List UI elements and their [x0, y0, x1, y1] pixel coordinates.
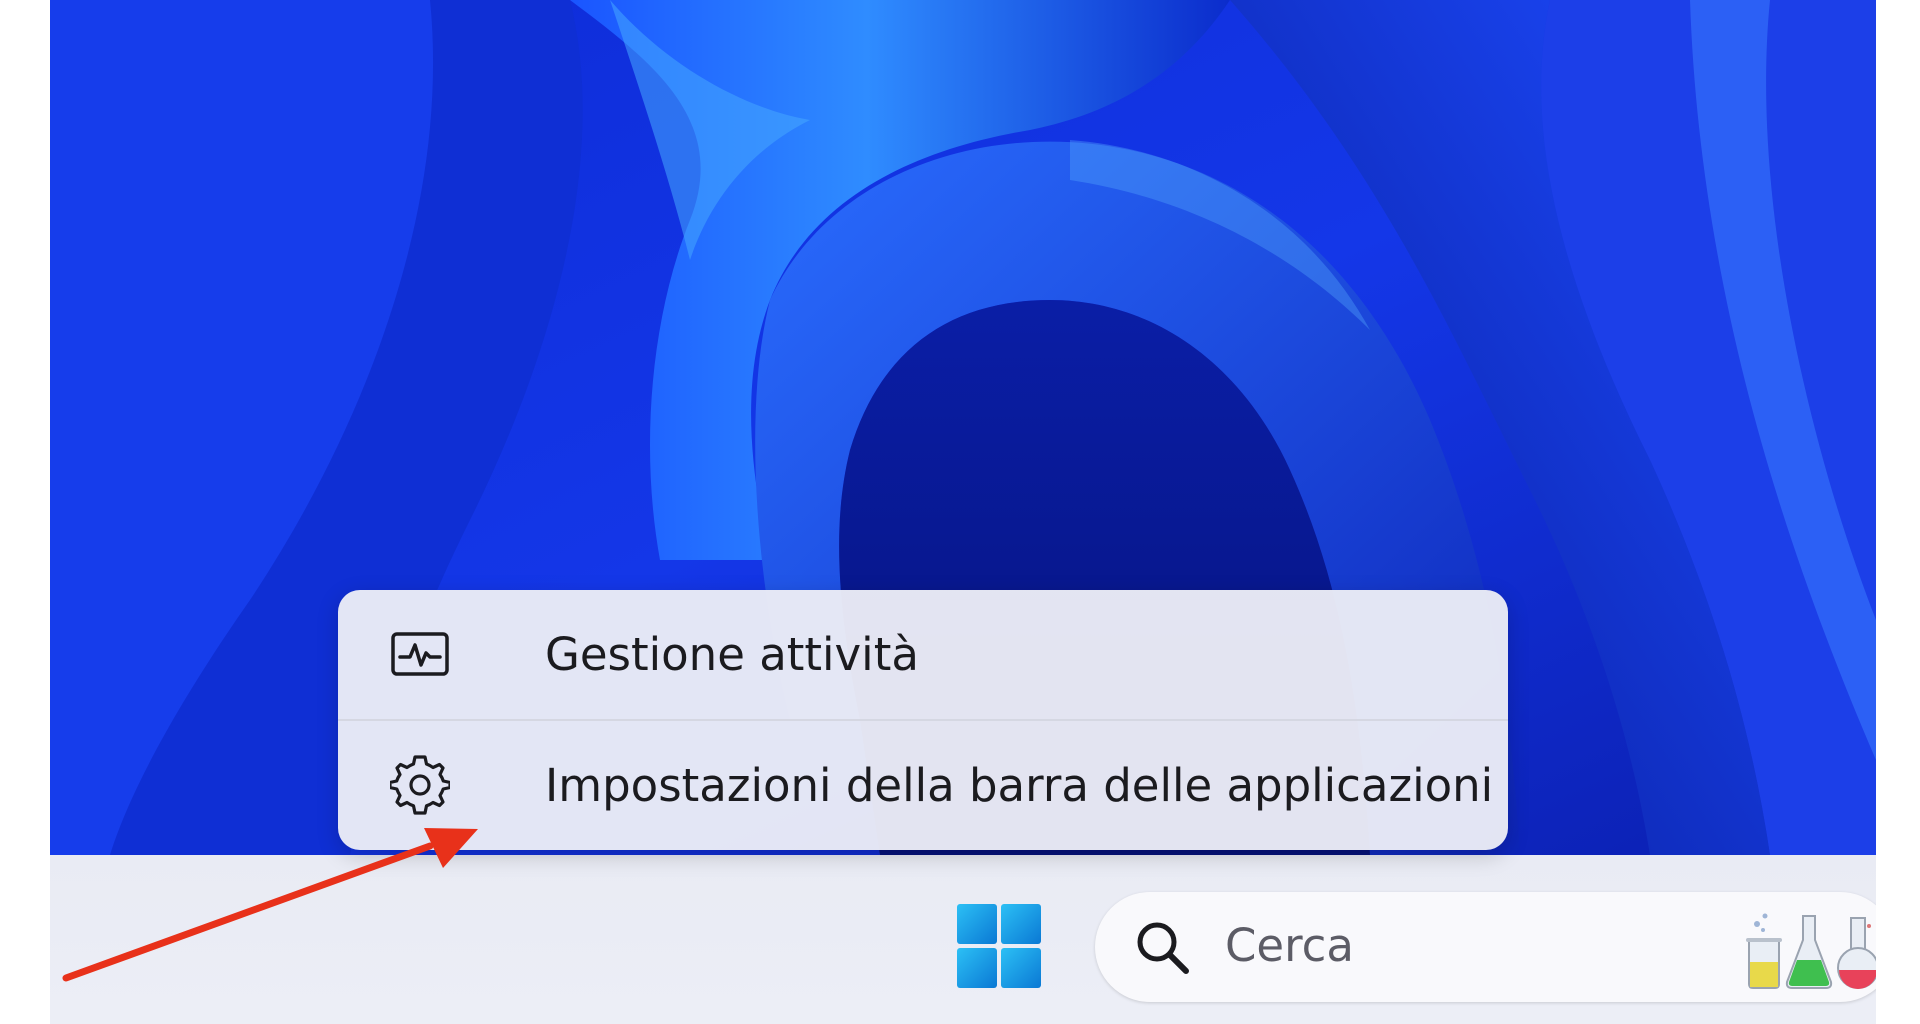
windows-logo-icon — [957, 904, 1041, 988]
menu-item-label: Impostazioni della barra delle applicazi… — [545, 758, 1494, 812]
science-lab-icon — [1746, 913, 1876, 989]
screenshot-canvas: Cerca Gestione attività Impostazioni del… — [0, 0, 1920, 1024]
task-manager-icon — [390, 624, 450, 684]
desktop-screen: Cerca Gestione attività Impostazioni del… — [50, 0, 1876, 1024]
taskbar: Cerca — [50, 855, 1876, 1024]
taskbar-search-box[interactable]: Cerca — [1095, 892, 1876, 1002]
menu-item-task-manager[interactable]: Gestione attività — [338, 590, 1508, 718]
taskbar-context-menu: Gestione attività Impostazioni della bar… — [338, 590, 1508, 850]
search-icon — [1137, 922, 1189, 974]
menu-item-label: Gestione attività — [545, 627, 919, 681]
gear-icon — [390, 755, 450, 815]
menu-item-taskbar-settings[interactable]: Impostazioni della barra delle applicazi… — [338, 721, 1508, 849]
start-button[interactable] — [955, 902, 1043, 990]
search-placeholder: Cerca — [1225, 919, 1354, 972]
